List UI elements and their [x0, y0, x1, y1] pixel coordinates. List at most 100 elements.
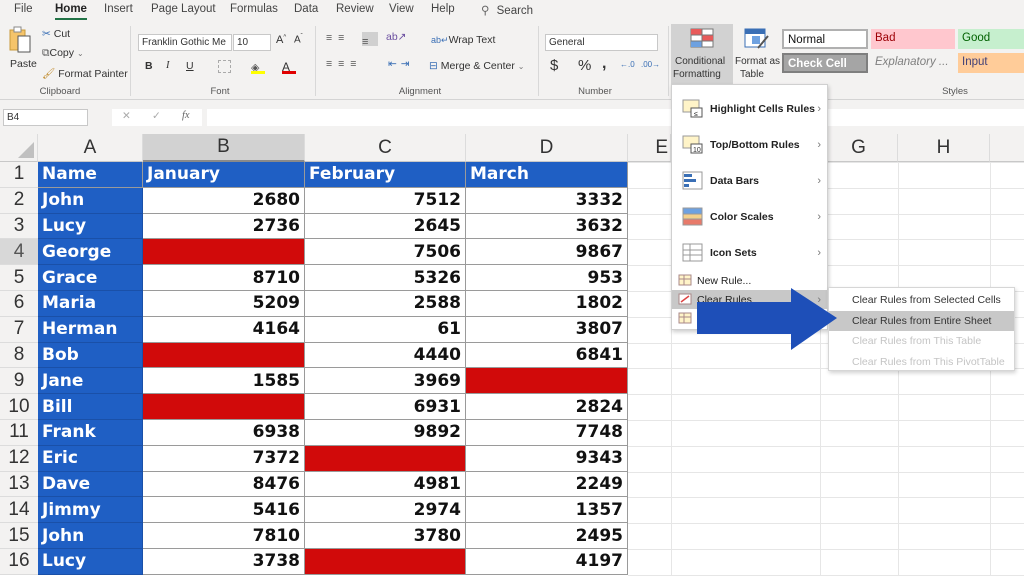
value-cell[interactable]: 7506	[305, 239, 466, 266]
column-header-h[interactable]: H	[898, 134, 990, 162]
name-cell[interactable]: Dave	[38, 471, 143, 498]
menu-item-top-bottom-rules[interactable]: 10 Top/Bottom Rules ›	[672, 127, 827, 163]
value-cell[interactable]: 4440	[305, 342, 466, 369]
column-header-c[interactable]: C	[305, 134, 466, 162]
name-cell[interactable]: Lucy	[38, 549, 143, 575]
value-cell[interactable]: 3780	[305, 523, 466, 549]
header-cell-name[interactable]: Name	[38, 162, 143, 188]
cut-button[interactable]: ✂ Cut	[42, 28, 70, 40]
paste-button[interactable]: Paste	[8, 26, 38, 76]
value-cell[interactable]: 2249	[466, 471, 628, 498]
value-cell[interactable]: 8710	[143, 265, 305, 291]
column-header-g[interactable]: G	[820, 134, 898, 162]
merge-center-button[interactable]: ⊟ Merge & Center ⌄	[429, 60, 524, 72]
value-cell[interactable]: 2645	[305, 213, 466, 240]
value-cell[interactable]: 2824	[466, 394, 628, 420]
highlighted-empty-cell[interactable]	[143, 239, 305, 266]
highlighted-empty-cell[interactable]	[305, 445, 466, 472]
submenu-item-clear-rules-from-this-table[interactable]: Clear Rules from This Table	[829, 331, 1014, 351]
cell-style-normal[interactable]: Normal	[782, 29, 868, 49]
value-cell[interactable]: 5209	[143, 291, 305, 317]
tab-insert[interactable]: Insert	[104, 3, 133, 15]
row-header-1[interactable]: 1	[0, 162, 38, 188]
value-cell[interactable]: 2588	[305, 291, 466, 317]
row-header-3[interactable]: 3	[0, 213, 38, 240]
increase-decimal-icon[interactable]: ←.0	[620, 60, 635, 69]
row-header-7[interactable]: 7	[0, 316, 38, 343]
value-cell[interactable]: 1357	[466, 497, 628, 524]
value-cell[interactable]: 6938	[143, 420, 305, 446]
value-cell[interactable]: 953	[466, 265, 628, 291]
name-cell[interactable]: Maria	[38, 291, 143, 317]
highlighted-empty-cell[interactable]	[143, 342, 305, 369]
row-header-11[interactable]: 11	[0, 420, 38, 446]
borders-icon[interactable]	[218, 60, 231, 73]
copy-button[interactable]: ⧉Copy ⌄	[42, 47, 84, 60]
name-cell[interactable]: Bob	[38, 342, 143, 369]
indent-buttons[interactable]: ⇤⇥	[388, 58, 414, 70]
highlighted-empty-cell[interactable]	[305, 549, 466, 575]
value-cell[interactable]: 7372	[143, 445, 305, 472]
value-cell[interactable]: 2974	[305, 497, 466, 524]
highlighted-empty-cell[interactable]	[466, 368, 628, 395]
cancel-icon[interactable]: ✕	[122, 110, 131, 122]
increase-font-icon[interactable]: A^	[276, 34, 286, 46]
row-header-5[interactable]: 5	[0, 265, 38, 291]
column-header-b[interactable]: B	[143, 134, 305, 162]
currency-button[interactable]: $	[550, 57, 558, 74]
font-size-select[interactable]: 10	[233, 34, 271, 51]
tab-review[interactable]: Review	[336, 3, 374, 15]
value-cell[interactable]: 5326	[305, 265, 466, 291]
decrease-font-icon[interactable]: Aˇ	[294, 34, 303, 45]
formula-input[interactable]	[207, 109, 1024, 126]
tab-page-layout[interactable]: Page Layout	[151, 3, 216, 15]
vertical-align-buttons[interactable]: ≡≡	[326, 32, 350, 44]
menu-item-color-scales[interactable]: Color Scales ›	[672, 199, 827, 235]
name-cell[interactable]: Lucy	[38, 213, 143, 240]
format-painter-button[interactable]: 🖌 Format Painter	[42, 67, 128, 80]
decrease-decimal-icon[interactable]: .00→	[641, 60, 660, 69]
column-header-a[interactable]: A	[38, 134, 143, 162]
value-cell[interactable]: 1585	[143, 368, 305, 395]
bottom-align-button[interactable]: ≡	[362, 32, 378, 48]
horizontal-align-buttons[interactable]: ≡≡≡	[326, 58, 362, 70]
tab-data[interactable]: Data	[294, 3, 318, 15]
orientation-icon[interactable]: ab↗	[386, 31, 406, 43]
menu-item-highlight-cells-rules[interactable]: ≤ Highlight Cells Rules ›	[672, 91, 827, 127]
tab-formulas[interactable]: Formulas	[230, 3, 278, 15]
menu-item-icon-sets[interactable]: Icon Sets ›	[672, 235, 827, 271]
font-name-select[interactable]: Franklin Gothic Me	[138, 34, 232, 51]
row-header-16[interactable]: 16	[0, 549, 38, 575]
bold-button[interactable]: B	[145, 60, 153, 72]
tab-home[interactable]: Home	[55, 3, 87, 20]
percent-button[interactable]: %	[578, 57, 591, 74]
name-cell[interactable]: Herman	[38, 316, 143, 343]
value-cell[interactable]: 4164	[143, 316, 305, 343]
font-color-button[interactable]: A	[282, 58, 296, 74]
menu-item-data-bars[interactable]: Data Bars ›	[672, 163, 827, 199]
search-box[interactable]: ⚲ Search	[481, 3, 533, 17]
tab-file[interactable]: File	[14, 3, 33, 15]
insert-function-icon[interactable]: fx	[182, 110, 190, 121]
value-cell[interactable]: 6841	[466, 342, 628, 369]
enter-icon[interactable]: ✓	[152, 110, 161, 122]
cell-style-bad[interactable]: Bad	[871, 29, 955, 49]
name-box[interactable]: B4	[3, 109, 88, 126]
value-cell[interactable]: 9343	[466, 445, 628, 472]
cell-style-check-cell[interactable]: Check Cell	[782, 53, 868, 73]
value-cell[interactable]: 4981	[305, 471, 466, 498]
column-header-e[interactable]: E	[628, 134, 671, 162]
value-cell[interactable]: 7512	[305, 187, 466, 214]
row-header-14[interactable]: 14	[0, 497, 38, 524]
underline-button[interactable]: U	[186, 60, 194, 72]
value-cell[interactable]: 1802	[466, 291, 628, 317]
submenu-item-clear-rules-from-this-pivottable[interactable]: Clear Rules from This PivotTable	[829, 352, 1014, 372]
row-header-8[interactable]: 8	[0, 342, 38, 369]
name-cell[interactable]: Frank	[38, 420, 143, 446]
submenu-item-clear-rules-from-entire-sheet[interactable]: Clear Rules from Entire Sheet	[829, 310, 1014, 331]
tab-help[interactable]: Help	[431, 3, 455, 15]
value-cell[interactable]: 2680	[143, 187, 305, 214]
name-cell[interactable]: Jimmy	[38, 497, 143, 524]
value-cell[interactable]: 9867	[466, 239, 628, 266]
name-cell[interactable]: John	[38, 523, 143, 549]
